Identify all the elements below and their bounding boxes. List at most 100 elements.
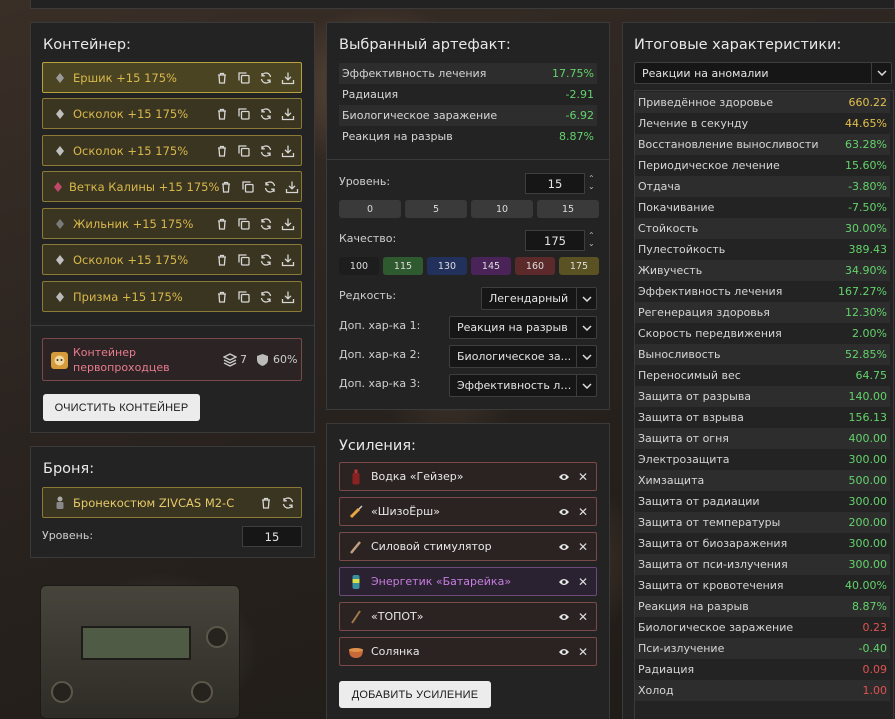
extra3-select[interactable]: Эффективность ле... (449, 374, 597, 397)
container-slot[interactable]: Осколок +15 175% (42, 135, 302, 166)
boost-name: Силовой стимулятор (371, 540, 492, 553)
swap-icon[interactable] (259, 253, 273, 267)
close-icon[interactable]: ✕ (578, 470, 588, 484)
container-slot[interactable]: Осколок +15 175% (42, 244, 302, 275)
close-icon[interactable]: ✕ (578, 610, 588, 624)
totals-row: Регенерация здоровья 12.30% (635, 302, 890, 323)
urchin-artifact-icon (52, 70, 68, 86)
level-preset-button[interactable]: 10 (471, 200, 533, 218)
armor-slot[interactable]: Бронекостюм ZIVCAS M2-C (42, 487, 302, 518)
copy-icon[interactable] (237, 290, 251, 304)
totals-row: Приведённое здоровье 660.22 (635, 92, 890, 113)
level-preset-button[interactable]: 5 (405, 200, 467, 218)
boost-item[interactable]: Энергетик «Батарейка» ✕ (339, 567, 597, 596)
eye-icon[interactable] (558, 472, 570, 482)
armor-name: Бронекостюм ZIVCAS M2-C (73, 495, 235, 510)
boost-item[interactable]: «ТОПОТ» ✕ (339, 602, 597, 631)
download-icon[interactable] (281, 144, 295, 158)
boost-item[interactable]: Водка «Гейзер» ✕ (339, 462, 597, 491)
container-slot[interactable]: Ветка Калины +15 175% (42, 171, 302, 202)
download-icon[interactable] (281, 107, 295, 121)
boost-item[interactable]: Силовой стимулятор ✕ (339, 532, 597, 561)
boost-name: «ТОПОТ» (371, 610, 424, 623)
quality-stepper-icon[interactable]: ⌃ ⌄ (588, 232, 595, 248)
totals-row-label: Радиация (638, 663, 695, 676)
close-icon[interactable]: ✕ (578, 645, 588, 659)
totals-row-value: 2.00% (852, 327, 887, 340)
download-icon[interactable] (285, 180, 299, 194)
totals-filter-select[interactable]: Реакции на аномалии (634, 62, 892, 84)
shard-artifact-icon (52, 143, 68, 159)
delete-icon[interactable] (215, 71, 229, 85)
container-slot-name: Ершик +15 175% (73, 70, 177, 85)
close-icon[interactable]: ✕ (578, 540, 588, 554)
level-preset-button[interactable]: 0 (339, 200, 401, 218)
prism-artifact-icon (52, 289, 68, 305)
eye-icon[interactable] (558, 612, 570, 622)
extra2-select[interactable]: Биологическое за... (449, 345, 597, 368)
quality-preset-button[interactable]: 115 (383, 257, 423, 275)
swap-icon[interactable] (259, 107, 273, 121)
download-icon[interactable] (281, 217, 295, 231)
armor-level-input[interactable]: 15 (242, 526, 302, 547)
copy-icon[interactable] (237, 217, 251, 231)
totals-title: Итоговые характеристики: (634, 37, 842, 53)
delete-icon[interactable] (215, 107, 229, 121)
container-slot[interactable]: Жильник +15 175% (42, 208, 302, 239)
totals-row-label: Эффективность лечения (638, 285, 783, 298)
extra1-select[interactable]: Реакция на разрыв (449, 316, 597, 339)
copy-icon[interactable] (237, 107, 251, 121)
quality-preset-button[interactable]: 130 (427, 257, 467, 275)
eye-icon[interactable] (558, 507, 570, 517)
totals-row-value: 52.85% (845, 348, 887, 361)
swap-icon[interactable] (263, 180, 277, 194)
copy-icon[interactable] (237, 144, 251, 158)
artifact-level-input[interactable]: 15 (525, 173, 585, 194)
close-icon[interactable]: ✕ (578, 505, 588, 519)
quality-preset-button[interactable]: 175 (559, 257, 599, 275)
totals-row-value: 200.00 (848, 516, 888, 529)
download-icon[interactable] (281, 253, 295, 267)
delete-icon[interactable] (215, 253, 229, 267)
delete-icon[interactable] (259, 496, 273, 510)
rarity-select[interactable]: Легендарный (481, 287, 597, 310)
stick-icon (347, 608, 365, 626)
totals-row-label: Приведённое здоровье (638, 96, 774, 109)
delete-icon[interactable] (215, 290, 229, 304)
clear-container-button[interactable]: ОЧИСТИТЬ КОНТЕЙНЕР (43, 394, 200, 421)
swap-icon[interactable] (281, 496, 295, 510)
quality-preset-button[interactable]: 145 (471, 257, 511, 275)
boost-item[interactable]: Солянка ✕ (339, 637, 597, 666)
quality-preset-button[interactable]: 160 (515, 257, 555, 275)
swap-icon[interactable] (259, 71, 273, 85)
delete-icon[interactable] (215, 217, 229, 231)
eye-icon[interactable] (558, 542, 570, 552)
add-boost-button[interactable]: ДОБАВИТЬ УСИЛЕНИЕ (339, 681, 491, 708)
level-preset-button[interactable]: 15 (537, 200, 599, 218)
copy-icon[interactable] (237, 253, 251, 267)
artifact-quality-input[interactable]: 175 (525, 230, 585, 251)
swap-icon[interactable] (259, 217, 273, 231)
artifact-stat-row: Реакция на разрыв 8.87% (339, 126, 597, 147)
download-icon[interactable] (281, 71, 295, 85)
close-icon[interactable]: ✕ (578, 575, 588, 589)
eye-icon[interactable] (558, 647, 570, 657)
totals-row: Защита от пси-излучения 300.00 (635, 554, 890, 575)
swap-icon[interactable] (259, 290, 273, 304)
delete-icon[interactable] (219, 180, 233, 194)
level-stepper-icon[interactable]: ⌃ ⌄ (588, 175, 595, 191)
copy-icon[interactable] (237, 71, 251, 85)
container-slot[interactable]: Призма +15 175% (42, 281, 302, 312)
container-slot[interactable]: Осколок +15 175% (42, 98, 302, 129)
download-icon[interactable] (281, 290, 295, 304)
eye-icon[interactable] (558, 577, 570, 587)
container-slot[interactable]: Ершик +15 175% (42, 62, 302, 93)
boost-item[interactable]: «ШизоЁрш» ✕ (339, 497, 597, 526)
delete-icon[interactable] (215, 144, 229, 158)
quality-preset-button[interactable]: 100 (339, 257, 379, 275)
swap-icon[interactable] (259, 144, 273, 158)
container-type-card[interactable]: Контейнер первопроходцев 7 60% (42, 338, 302, 381)
totals-row-value: -3.80% (848, 180, 887, 193)
artifact-stat-row: Биологическое заражение -6.92 (339, 105, 597, 126)
copy-icon[interactable] (241, 180, 255, 194)
